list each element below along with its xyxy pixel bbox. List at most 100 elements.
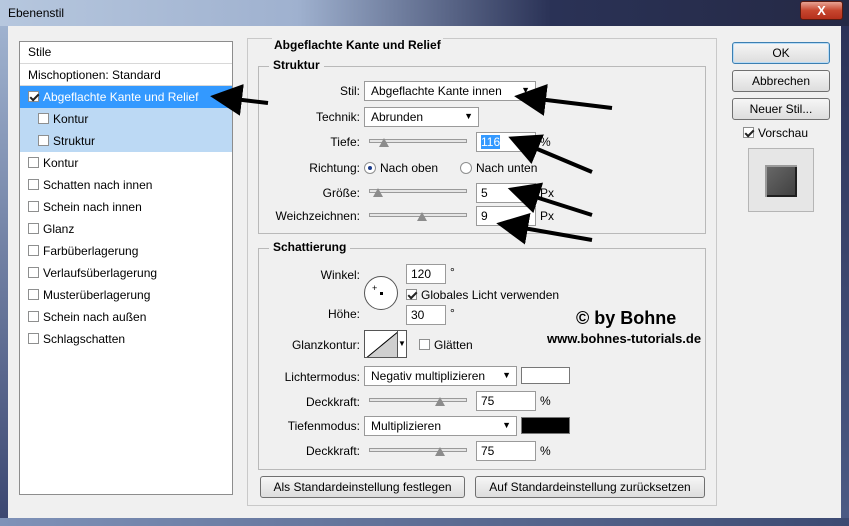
global-light-checkbox[interactable] bbox=[406, 289, 417, 300]
new-style-button[interactable]: Neuer Stil... bbox=[732, 98, 830, 120]
style-item-contour-sub[interactable]: Kontur bbox=[20, 108, 232, 130]
style-item-bevel[interactable]: Abgeflachte Kante und Relief bbox=[20, 86, 232, 108]
gloss-contour-preview[interactable] bbox=[364, 330, 398, 358]
shadow-mode-label: Tiefenmodus: bbox=[287, 419, 360, 433]
crosshair-icon: + bbox=[372, 283, 378, 293]
shadow-mode-dropdown[interactable]: Multiplizieren ▼ bbox=[364, 416, 517, 436]
chevron-down-icon: ▼ bbox=[521, 85, 530, 95]
direction-down-radio[interactable]: Nach unten bbox=[460, 161, 537, 175]
style-item-gradient-overlay[interactable]: Verlaufsüberlagerung bbox=[20, 262, 232, 284]
style-item-drop-shadow[interactable]: Schlagschatten bbox=[20, 328, 232, 350]
highlight-opacity-slider[interactable] bbox=[369, 397, 467, 406]
window-frame-bottom bbox=[0, 518, 849, 526]
shadow-color-swatch[interactable] bbox=[521, 417, 570, 434]
technique-dropdown[interactable]: Abrunden ▼ bbox=[364, 107, 479, 127]
highlight-opacity-input[interactable]: 75 bbox=[476, 391, 536, 411]
style-label: Stil: bbox=[339, 84, 360, 98]
depth-input[interactable]: 116 bbox=[476, 132, 536, 152]
blend-options-item[interactable]: Mischoptionen: Standard bbox=[20, 64, 232, 86]
gradient-overlay-checkbox[interactable] bbox=[28, 267, 39, 278]
stroke-checkbox[interactable] bbox=[28, 157, 39, 168]
shadow-opacity-thumb[interactable] bbox=[434, 447, 445, 457]
radio-on-icon[interactable] bbox=[364, 162, 376, 174]
highlight-color-swatch[interactable] bbox=[521, 367, 570, 384]
close-button[interactable]: X bbox=[800, 1, 843, 20]
style-item-label: Verlaufsüberlagerung bbox=[43, 266, 158, 280]
altitude-value: 30 bbox=[411, 308, 425, 322]
make-default-button[interactable]: Als Standardeinstellung festlegen bbox=[260, 476, 465, 498]
global-light-checkbox-row[interactable]: Globales Licht verwenden bbox=[406, 288, 559, 302]
style-item-label: Musterüberlagerung bbox=[43, 288, 151, 302]
style-dropdown[interactable]: Abgeflachte Kante innen ▼ bbox=[364, 81, 536, 101]
gloss-contour-dropdown[interactable]: ▼ bbox=[397, 330, 407, 358]
angle-dial[interactable]: + bbox=[364, 276, 398, 310]
soften-slider-thumb[interactable] bbox=[417, 212, 428, 222]
shadow-opacity-value: 75 bbox=[481, 444, 495, 458]
depth-slider[interactable] bbox=[369, 138, 467, 147]
color-overlay-checkbox[interactable] bbox=[28, 245, 39, 256]
soften-input[interactable]: 9 bbox=[476, 206, 536, 226]
style-item-label: Schein nach innen bbox=[43, 200, 142, 214]
ok-button[interactable]: OK bbox=[732, 42, 830, 64]
watermark-url: www.bohnes-tutorials.de bbox=[547, 331, 702, 346]
shading-group-title: Schattierung bbox=[269, 240, 351, 254]
shadow-opacity-unit: % bbox=[540, 444, 551, 458]
antialias-checkbox[interactable] bbox=[419, 339, 430, 350]
style-item-color-overlay[interactable]: Farbüberlagerung bbox=[20, 240, 232, 262]
angle-input[interactable]: 120 bbox=[406, 264, 446, 284]
outer-glow-checkbox[interactable] bbox=[28, 311, 39, 322]
preview-checkbox[interactable] bbox=[743, 127, 754, 138]
style-item-stroke[interactable]: Kontur bbox=[20, 152, 232, 174]
antialias-label: Glätten bbox=[434, 338, 473, 352]
altitude-label: Höhe: bbox=[327, 307, 360, 321]
highlight-opacity-unit: % bbox=[540, 394, 551, 408]
window-frame-right bbox=[841, 26, 849, 526]
style-item-label: Kontur bbox=[43, 156, 79, 170]
technique-dropdown-value: Abrunden bbox=[371, 110, 424, 124]
size-slider-thumb[interactable] bbox=[372, 188, 383, 198]
depth-slider-thumb[interactable] bbox=[378, 138, 389, 148]
style-item-satin[interactable]: Glanz bbox=[20, 218, 232, 240]
style-item-texture-sub[interactable]: Struktur bbox=[20, 130, 232, 152]
preview-checkbox-row[interactable]: Vorschau bbox=[743, 126, 808, 140]
window-title: Ebenenstil bbox=[8, 6, 65, 20]
direction-up-radio[interactable]: Nach oben bbox=[364, 161, 438, 175]
size-slider[interactable] bbox=[369, 188, 467, 197]
preview-label: Vorschau bbox=[758, 126, 809, 140]
style-preview bbox=[748, 148, 814, 212]
style-item-label: Kontur bbox=[53, 112, 89, 126]
reset-default-button[interactable]: Auf Standardeinstellung zurücksetzen bbox=[475, 476, 705, 498]
shadow-mode-value: Multiplizieren bbox=[371, 419, 442, 433]
satin-checkbox[interactable] bbox=[28, 223, 39, 234]
watermark-copyright: © by Bohne bbox=[576, 308, 677, 328]
contour-sub-checkbox[interactable] bbox=[38, 113, 49, 124]
cancel-button[interactable]: Abbrechen bbox=[732, 70, 830, 92]
size-input[interactable]: 5 bbox=[476, 183, 536, 203]
style-item-pattern-overlay[interactable]: Musterüberlagerung bbox=[20, 284, 232, 306]
soften-value: 9 bbox=[481, 209, 488, 223]
highlight-opacity-thumb[interactable] bbox=[434, 397, 445, 407]
style-item-label: Schein nach außen bbox=[43, 310, 147, 324]
technique-label: Technik: bbox=[315, 110, 360, 124]
bevel-checkbox[interactable] bbox=[28, 91, 39, 102]
antialias-checkbox-row[interactable]: Glätten bbox=[419, 338, 473, 352]
radio-off-icon[interactable] bbox=[460, 162, 472, 174]
soften-slider[interactable] bbox=[369, 212, 467, 221]
highlight-mode-dropdown[interactable]: Negativ multiplizieren ▼ bbox=[364, 366, 517, 386]
angle-label: Winkel: bbox=[320, 268, 360, 282]
style-item-inner-shadow[interactable]: Schatten nach innen bbox=[20, 174, 232, 196]
inner-shadow-checkbox[interactable] bbox=[28, 179, 39, 190]
depth-unit: % bbox=[540, 135, 551, 149]
texture-sub-checkbox[interactable] bbox=[38, 135, 49, 146]
size-value: 5 bbox=[481, 186, 488, 200]
direction-up-label: Nach oben bbox=[380, 161, 439, 175]
altitude-input[interactable]: 30 bbox=[406, 305, 446, 325]
pattern-overlay-checkbox[interactable] bbox=[28, 289, 39, 300]
style-dropdown-value: Abgeflachte Kante innen bbox=[371, 84, 502, 98]
drop-shadow-checkbox[interactable] bbox=[28, 333, 39, 344]
shadow-opacity-slider[interactable] bbox=[369, 447, 467, 456]
shadow-opacity-input[interactable]: 75 bbox=[476, 441, 536, 461]
inner-glow-checkbox[interactable] bbox=[28, 201, 39, 212]
style-item-outer-glow[interactable]: Schein nach außen bbox=[20, 306, 232, 328]
style-item-inner-glow[interactable]: Schein nach innen bbox=[20, 196, 232, 218]
